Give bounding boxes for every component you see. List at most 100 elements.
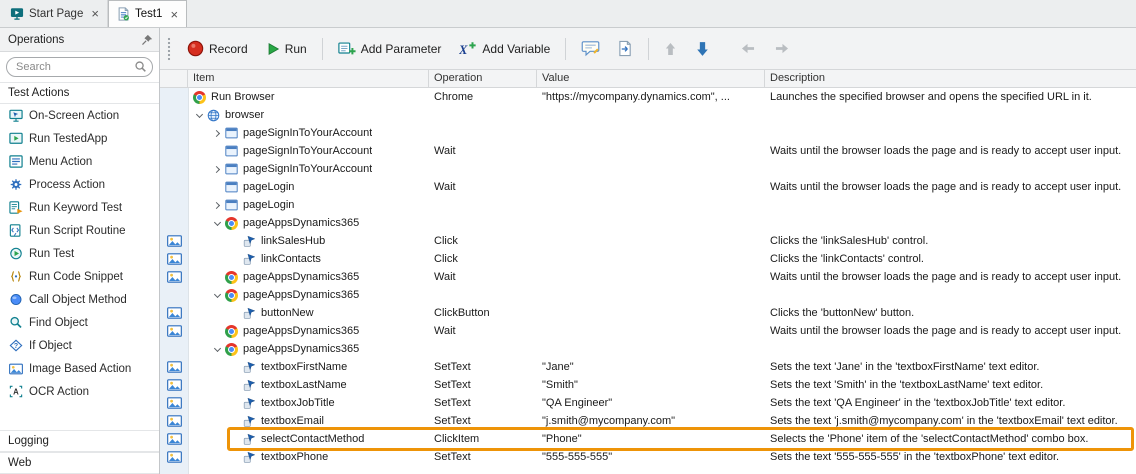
add-parameter-button[interactable]: Add Parameter bbox=[331, 37, 449, 60]
chevron-right-icon[interactable] bbox=[210, 203, 224, 208]
item-label: pageSignInToYourAccount bbox=[243, 142, 372, 160]
image-indicator-icon[interactable] bbox=[167, 433, 182, 445]
sidebar-item-process-action[interactable]: Process Action bbox=[0, 173, 159, 196]
image-indicator-icon[interactable] bbox=[167, 325, 182, 337]
image-indicator-icon[interactable] bbox=[167, 397, 182, 409]
add-variable-button[interactable]: X Add Variable bbox=[452, 37, 557, 60]
sidebar-item-ocr-action[interactable]: A OCR Action bbox=[0, 380, 159, 403]
add-operation-button[interactable] bbox=[611, 36, 640, 61]
toolbar-grip[interactable] bbox=[167, 37, 171, 61]
search-input[interactable] bbox=[6, 57, 153, 77]
value-cell bbox=[537, 106, 765, 124]
table-row[interactable]: textboxJobTitle SetText "QA Engineer" Se… bbox=[160, 394, 1136, 412]
table-row[interactable]: pageAppsDynamics365 bbox=[160, 286, 1136, 304]
chevron-down-icon[interactable] bbox=[210, 294, 224, 297]
item-cell: pageSignInToYourAccount bbox=[188, 160, 429, 178]
page-icon bbox=[224, 127, 239, 139]
svg-text:A: A bbox=[13, 387, 19, 396]
tab-start-page[interactable]: Start Page × bbox=[2, 0, 108, 27]
table-row[interactable]: pageAppsDynamics365 Wait Waits until the… bbox=[160, 268, 1136, 286]
table-row[interactable]: textboxPhone SetText "555-555-555" Sets … bbox=[160, 448, 1136, 466]
group-label: Test Actions bbox=[8, 87, 69, 99]
table-row[interactable]: browser bbox=[160, 106, 1136, 124]
table-row[interactable]: textboxFirstName SetText "Jane" Sets the… bbox=[160, 358, 1136, 376]
sidebar-item-run-testedapp[interactable]: Run TestedApp bbox=[0, 127, 159, 150]
sidebar-group-web[interactable]: Web bbox=[0, 452, 159, 474]
value-cell bbox=[537, 214, 765, 232]
image-indicator-icon[interactable] bbox=[167, 307, 182, 319]
item-cell: linkContacts bbox=[188, 250, 429, 268]
grid-header: Item Operation Value Description bbox=[160, 70, 1136, 88]
move-left-button[interactable] bbox=[733, 38, 763, 59]
image-indicator-icon[interactable] bbox=[167, 379, 182, 391]
table-row[interactable]: Run Browser Chrome "https://mycompany.dy… bbox=[160, 88, 1136, 106]
column-header-indicator[interactable] bbox=[160, 70, 188, 87]
column-header-item[interactable]: Item bbox=[188, 70, 429, 87]
tab-test1[interactable]: Test1 × bbox=[108, 0, 187, 27]
operations-panel: Operations Test Actions On-Screen Action… bbox=[0, 28, 160, 474]
description-cell: Sets the text 'Smith' in the 'textboxLas… bbox=[765, 376, 1136, 394]
tab-bar: Start Page × Test1 × bbox=[0, 0, 1136, 28]
table-row[interactable]: textboxLastName SetText "Smith" Sets the… bbox=[160, 376, 1136, 394]
add-comment-button[interactable] bbox=[574, 36, 607, 61]
table-row[interactable]: pageAppsDynamics365 bbox=[160, 214, 1136, 232]
sidebar-group-logging[interactable]: Logging bbox=[0, 430, 159, 452]
run-button[interactable]: Run bbox=[259, 38, 314, 60]
image-indicator-icon[interactable] bbox=[167, 451, 182, 463]
sidebar-item-if-object[interactable]: ? If Object bbox=[0, 334, 159, 357]
chevron-down-icon[interactable] bbox=[210, 348, 224, 351]
operation-cell: Wait bbox=[429, 322, 537, 340]
column-header-description[interactable]: Description bbox=[765, 70, 1136, 87]
sidebar-item-run-test[interactable]: Run Test bbox=[0, 242, 159, 265]
run-test-icon bbox=[8, 247, 23, 260]
table-row[interactable]: linkSalesHub Click Clicks the 'linkSales… bbox=[160, 232, 1136, 250]
image-indicator-icon[interactable] bbox=[167, 361, 182, 373]
image-indicator-icon[interactable] bbox=[167, 415, 182, 427]
table-row[interactable]: pageLogin Wait Waits until the browser l… bbox=[160, 178, 1136, 196]
sidebar-item-run-code-snippet[interactable]: Run Code Snippet bbox=[0, 265, 159, 288]
sidebar-item-image-based-action[interactable]: Image Based Action bbox=[0, 357, 159, 380]
value-cell: "Smith" bbox=[537, 376, 765, 394]
value-cell bbox=[537, 178, 765, 196]
table-row[interactable]: pageSignInToYourAccount Wait Waits until… bbox=[160, 142, 1136, 160]
table-row[interactable]: pageSignInToYourAccount bbox=[160, 124, 1136, 142]
image-indicator-icon[interactable] bbox=[167, 253, 182, 265]
column-header-operation[interactable]: Operation bbox=[429, 70, 537, 87]
move-down-button[interactable] bbox=[688, 36, 717, 62]
sidebar-item-on-screen-action[interactable]: On-Screen Action bbox=[0, 104, 159, 127]
operation-cell: SetText bbox=[429, 358, 537, 376]
image-indicator-icon[interactable] bbox=[167, 235, 182, 247]
value-cell bbox=[537, 322, 765, 340]
action-icon bbox=[242, 415, 257, 428]
close-icon[interactable]: × bbox=[170, 8, 178, 21]
sidebar-item-run-script-routine[interactable]: Run Script Routine bbox=[0, 219, 159, 242]
table-row[interactable]: buttonNew ClickButton Clicks the 'button… bbox=[160, 304, 1136, 322]
pin-icon[interactable] bbox=[141, 34, 153, 46]
sidebar-item-call-object-method[interactable]: Call Object Method bbox=[0, 288, 159, 311]
chevron-right-icon[interactable] bbox=[210, 131, 224, 136]
table-row[interactable]: pageAppsDynamics365 Wait Waits until the… bbox=[160, 322, 1136, 340]
move-right-button[interactable] bbox=[767, 38, 797, 59]
sidebar-item-menu-action[interactable]: Menu Action bbox=[0, 150, 159, 173]
move-up-button[interactable] bbox=[657, 37, 684, 61]
table-row[interactable]: pageAppsDynamics365 bbox=[160, 340, 1136, 358]
sidebar-item-run-keyword-test[interactable]: Run Keyword Test bbox=[0, 196, 159, 219]
table-row[interactable]: linkContacts Click Clicks the 'linkConta… bbox=[160, 250, 1136, 268]
item-label: pageAppsDynamics365 bbox=[243, 286, 359, 304]
column-header-value[interactable]: Value bbox=[537, 70, 765, 87]
chevron-right-icon[interactable] bbox=[210, 167, 224, 172]
table-row[interactable]: pageLogin bbox=[160, 196, 1136, 214]
tab-label: Start Page bbox=[29, 8, 83, 20]
indicator-cell bbox=[160, 178, 188, 196]
close-icon[interactable]: × bbox=[91, 7, 99, 20]
sidebar-item-find-object[interactable]: Find Object bbox=[0, 311, 159, 334]
table-row[interactable]: pageSignInToYourAccount bbox=[160, 160, 1136, 178]
sidebar-group-test-actions[interactable]: Test Actions bbox=[0, 82, 159, 104]
record-button[interactable]: Record bbox=[180, 36, 255, 61]
chevron-down-icon[interactable] bbox=[192, 114, 206, 117]
chevron-down-icon[interactable] bbox=[210, 222, 224, 225]
table-row[interactable]: textboxEmail SetText "j.smith@mycompany.… bbox=[160, 412, 1136, 430]
image-indicator-icon[interactable] bbox=[167, 271, 182, 283]
svg-text:X: X bbox=[459, 43, 468, 56]
table-row[interactable]: selectContactMethod ClickItem "Phone" Se… bbox=[160, 430, 1136, 448]
